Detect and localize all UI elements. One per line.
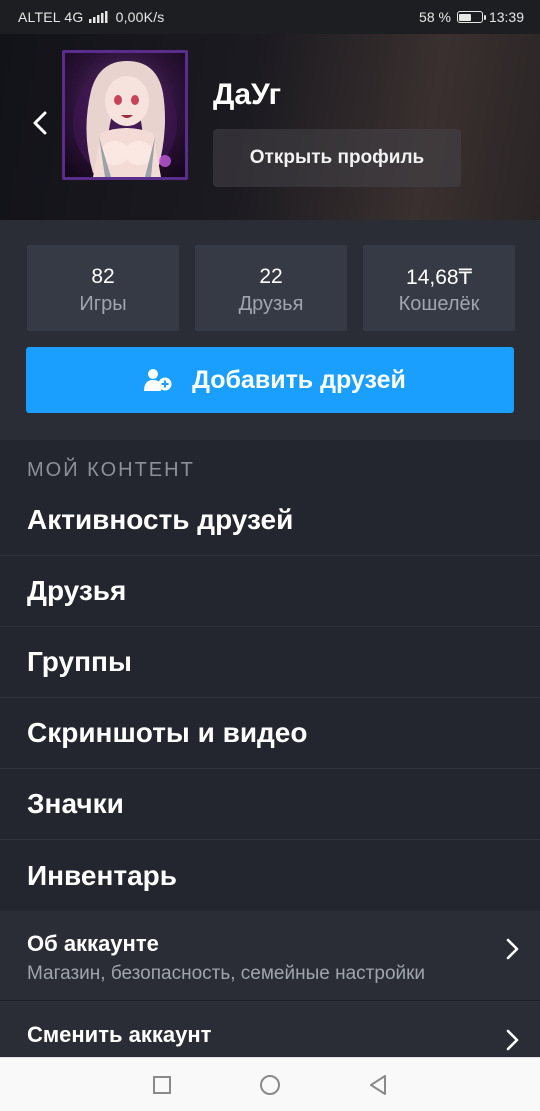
- avatar[interactable]: [62, 50, 188, 180]
- add-friends-label: Добавить друзей: [192, 365, 406, 394]
- menu-item-groups[interactable]: Группы: [0, 627, 540, 698]
- back-arrow-icon: [33, 111, 47, 135]
- stat-games[interactable]: 82 Игры: [27, 245, 179, 331]
- recent-apps-button[interactable]: [150, 1073, 174, 1097]
- status-left: ALTEL 4G 0,00K/s: [18, 9, 165, 25]
- signal-icon: [88, 11, 108, 23]
- carrier-name: ALTEL 4G: [18, 9, 84, 25]
- stat-label: Друзья: [238, 293, 304, 315]
- stat-value: 82: [91, 265, 115, 288]
- home-icon: [260, 1075, 280, 1095]
- account-section: Об аккаунте Магазин, безопасность, семей…: [0, 911, 540, 1057]
- profile-header: ДаУг Открыть профиль: [0, 34, 540, 220]
- stat-friends[interactable]: 22 Друзья: [195, 245, 347, 331]
- back-icon: [370, 1075, 386, 1095]
- recent-apps-icon: [153, 1076, 171, 1094]
- clock: 13:39: [488, 9, 524, 25]
- network-speed: 0,00K/s: [115, 9, 165, 25]
- navigation-bar: [0, 1057, 540, 1111]
- menu-item-label: Группы: [27, 646, 132, 677]
- battery-percent: 58 %: [419, 9, 451, 25]
- add-friends-button[interactable]: Добавить друзей: [26, 347, 514, 413]
- stats-section: 82 Игры 22 Друзья 14,68₸ Кошелёк Добавит…: [0, 220, 540, 440]
- stat-label: Игры: [79, 293, 127, 315]
- menu-item-friends[interactable]: Друзья: [0, 556, 540, 627]
- add-user-icon: [144, 369, 172, 391]
- stat-label: Кошелёк: [398, 293, 480, 315]
- menu-item-label: Активность друзей: [27, 504, 294, 535]
- menu-item-label: Инвентарь: [27, 859, 177, 891]
- stat-wallet[interactable]: 14,68₸ Кошелёк: [363, 245, 515, 331]
- detail-title: Сменить аккаунт: [27, 1022, 212, 1047]
- battery-icon: [456, 11, 486, 23]
- status-bar: ALTEL 4G 0,00K/s 58 % 13:39: [0, 0, 540, 34]
- menu-item-friend-activity[interactable]: Активность друзей: [0, 485, 540, 556]
- stat-value: 14,68₸: [406, 266, 472, 289]
- status-right: 58 % 13:39: [419, 9, 524, 25]
- section-title: МОЙ КОНТЕНТ: [27, 459, 195, 481]
- menu-item-badges[interactable]: Значки: [0, 769, 540, 840]
- about-account-item[interactable]: Об аккаунте Магазин, безопасность, семей…: [0, 911, 540, 1001]
- username: ДаУг: [213, 78, 282, 111]
- battery-level: [459, 13, 472, 21]
- menu-item-inventory[interactable]: Инвентарь: [0, 840, 540, 911]
- anime-character-avatar: [73, 61, 177, 177]
- menu-item-label: Значки: [27, 788, 124, 819]
- system-back-button[interactable]: [366, 1073, 390, 1097]
- back-button[interactable]: [24, 106, 58, 140]
- menu-item-label: Друзья: [27, 575, 127, 606]
- detail-title: Об аккаунте: [27, 931, 159, 956]
- menu-item-screenshots[interactable]: Скриншоты и видео: [0, 698, 540, 769]
- home-button[interactable]: [258, 1073, 282, 1097]
- stat-value: 22: [259, 265, 283, 288]
- open-profile-button[interactable]: Открыть профиль: [213, 129, 461, 187]
- chevron-right-icon: [506, 1029, 519, 1051]
- menu-item-label: Скриншоты и видео: [27, 717, 308, 748]
- chevron-right-icon: [506, 938, 519, 960]
- detail-subtitle: Магазин, безопасность, семейные настройк…: [27, 963, 426, 984]
